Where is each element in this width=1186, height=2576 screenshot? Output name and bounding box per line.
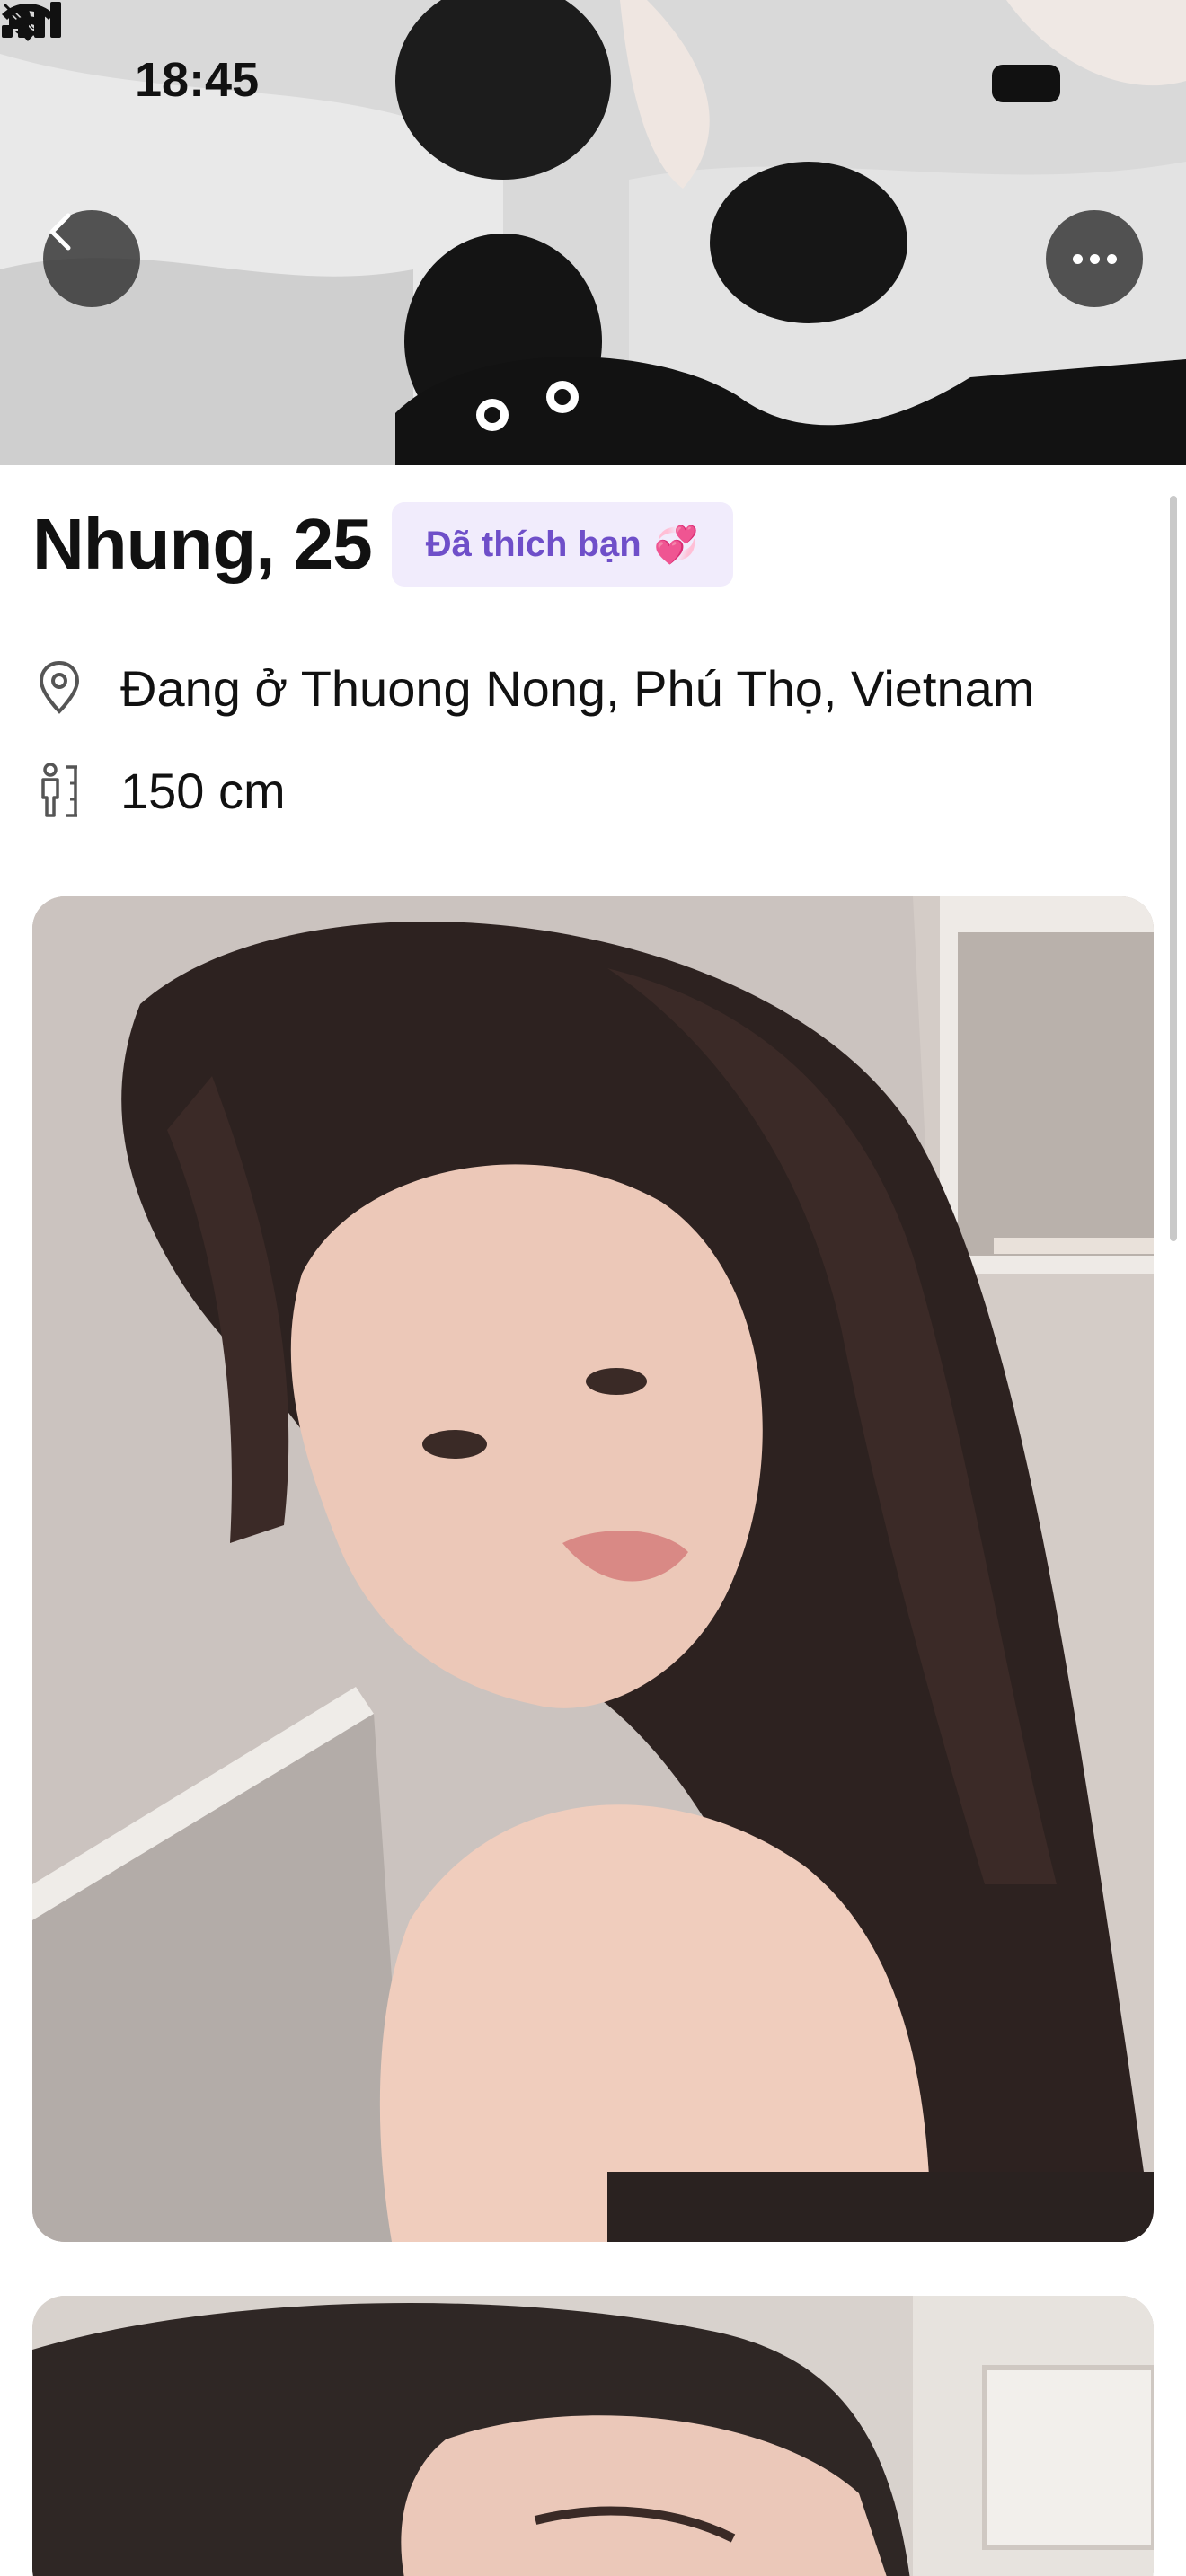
location-row: Đang ở Thuong Nong, Phú Thọ, Vietnam — [32, 652, 1034, 724]
profile-header: Nhung, 25 Đã thích bạn 💞 — [32, 499, 733, 589]
chevron-left-icon — [49, 213, 71, 251]
more-horizontal-icon — [1072, 253, 1117, 264]
location-pin-icon — [32, 657, 86, 719]
profile-name-age: Nhung, 25 — [32, 504, 373, 584]
profile-photo-1-illustration — [32, 896, 1154, 2242]
location-text: Đang ở Thuong Nong, Phú Thọ, Vietnam — [120, 659, 1035, 717]
liked-badge-label: Đã thích bạn — [425, 524, 642, 564]
height-text: 150 cm — [120, 762, 286, 819]
profile-photo-2-illustration — [32, 2296, 1154, 2576]
person-height-icon — [32, 759, 86, 822]
profile-screen: 18:45 Nhung, 25 Đã thích bạn 💞 Đang ở Th… — [0, 0, 1186, 2576]
liked-you-badge: Đã thích bạn 💞 — [391, 502, 733, 587]
height-row: 150 cm — [32, 754, 286, 826]
hearts-icon: 💞 — [653, 525, 699, 565]
profile-photo-2[interactable] — [32, 2296, 1154, 2576]
more-options-button[interactable] — [1046, 210, 1143, 307]
battery-icon — [992, 65, 1060, 102]
wifi-icon — [2, 3, 54, 41]
status-bar: 18:45 — [0, 0, 1186, 108]
scrollbar[interactable] — [1170, 496, 1177, 1241]
back-button[interactable] — [43, 210, 140, 307]
hero-photo[interactable]: 18:45 — [0, 0, 1186, 465]
profile-photo-1[interactable] — [32, 896, 1154, 2242]
status-time: 18:45 — [135, 53, 260, 107]
